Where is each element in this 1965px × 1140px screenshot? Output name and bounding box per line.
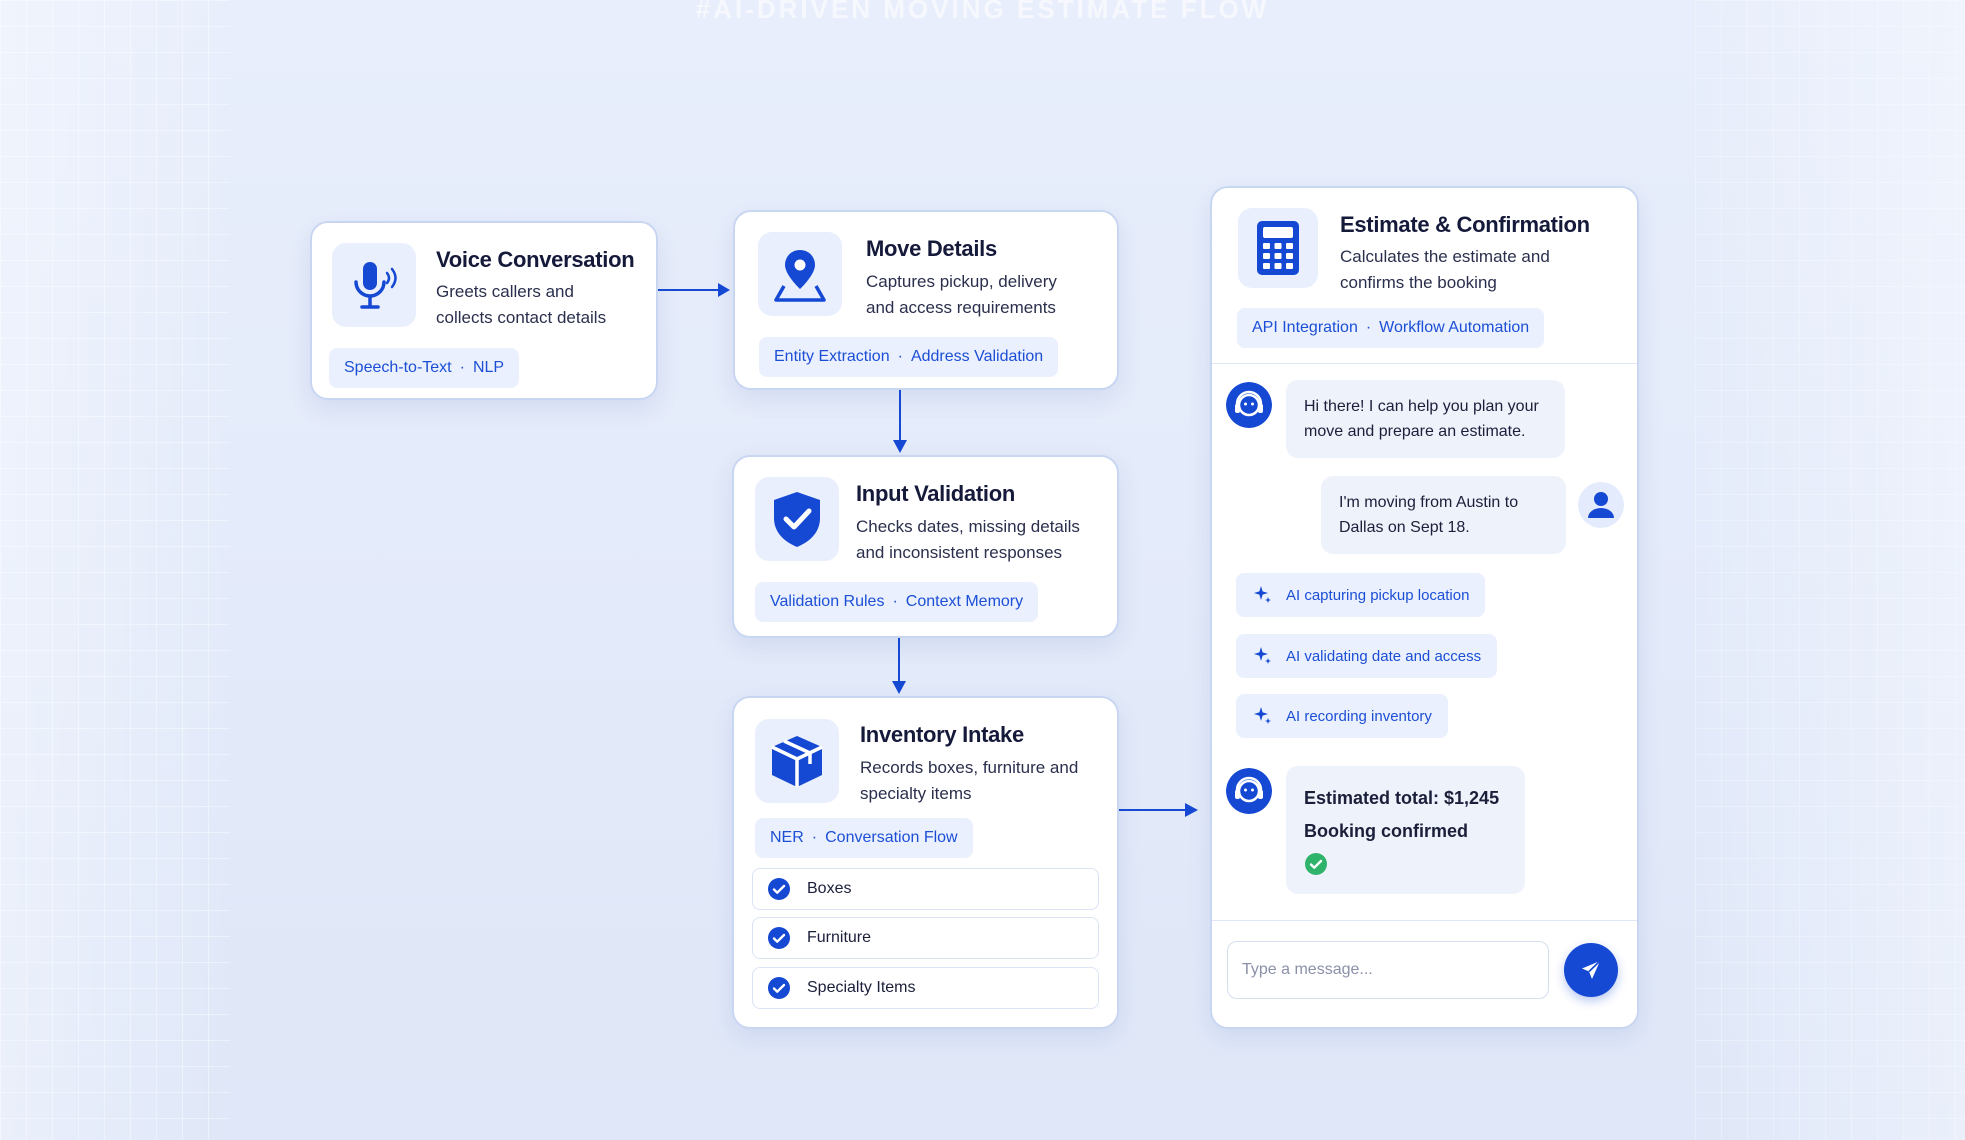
box-icon bbox=[755, 719, 839, 803]
card-title: Input Validation bbox=[856, 481, 1015, 506]
estimated-total: Estimated total: $1,245 bbox=[1304, 788, 1500, 808]
sparkle-icon bbox=[1254, 707, 1271, 724]
check-circle-icon bbox=[768, 927, 790, 949]
tag: Speech-to-Text bbox=[344, 359, 452, 376]
estimate-result-message: Estimated total: $1,245 Booking confirme… bbox=[1286, 766, 1525, 894]
tag: NER bbox=[770, 829, 804, 846]
agent-headset-avatar bbox=[1226, 768, 1272, 814]
background-grid-left bbox=[0, 0, 230, 1140]
card-description: Records boxes, furniture and specialty i… bbox=[860, 758, 1079, 803]
divider bbox=[1212, 363, 1637, 364]
location-pin-icon bbox=[758, 232, 842, 316]
agent-headset-avatar bbox=[1226, 382, 1272, 428]
input-validation-card: Input Validation Checks dates, missing d… bbox=[732, 455, 1119, 638]
sparkle-icon bbox=[1254, 586, 1271, 603]
tag-group: Validation Rules · Context Memory bbox=[755, 582, 1039, 622]
inventory-item-boxes[interactable]: Boxes bbox=[752, 868, 1099, 910]
user-avatar bbox=[1578, 482, 1624, 528]
check-circle-icon bbox=[768, 977, 790, 999]
inventory-item-label: Furniture bbox=[807, 929, 872, 946]
estimate-confirmation-panel: Estimate & Confirmation Calculates the e… bbox=[1210, 186, 1639, 1029]
tag-group: NER · Conversation Flow bbox=[755, 818, 973, 858]
card-title: Estimate & Confirmation bbox=[1340, 212, 1590, 237]
move-details-card: Move Details Captures pickup, delivery a… bbox=[733, 210, 1119, 390]
faded-page-title: #AI-DRIVEN MOVING ESTIMATE FLOW bbox=[695, 0, 1270, 24]
send-icon bbox=[1582, 960, 1601, 979]
card-title: Voice Conversation bbox=[436, 247, 635, 272]
tag: Workflow Automation bbox=[1379, 319, 1530, 336]
flow-arrow-voice-to-move bbox=[658, 283, 730, 297]
card-description: Checks dates, missing details and incons… bbox=[856, 517, 1080, 562]
inventory-item-label: Boxes bbox=[807, 880, 852, 897]
card-description: Calculates the estimate and confirms the… bbox=[1340, 247, 1550, 292]
success-check-icon bbox=[1305, 853, 1327, 875]
tag: Address Validation bbox=[910, 348, 1044, 365]
tag: NLP bbox=[472, 359, 505, 376]
tag: Context Memory bbox=[905, 593, 1024, 610]
card-title: Move Details bbox=[866, 236, 997, 261]
microphone-icon bbox=[332, 243, 416, 327]
message-input[interactable]: Type a message... bbox=[1227, 941, 1549, 999]
ai-status-pickup: AI capturing pickup location bbox=[1236, 573, 1486, 617]
voice-conversation-card: Voice Conversation Greets callers and co… bbox=[310, 221, 658, 400]
check-circle-icon bbox=[768, 878, 790, 900]
flow-arrow-move-to-validation bbox=[893, 390, 907, 453]
flow-arrow-validation-to-inventory bbox=[892, 638, 906, 694]
ai-status-inventory: AI recording inventory bbox=[1236, 694, 1448, 738]
tag: Validation Rules bbox=[770, 593, 885, 610]
tag-group: Entity Extraction · Address Validation bbox=[759, 337, 1059, 377]
flow-arrow-inventory-to-estimate bbox=[1119, 803, 1198, 817]
booking-status: Booking confirmed bbox=[1304, 821, 1469, 841]
tag: Conversation Flow bbox=[825, 829, 958, 846]
tag: API Integration bbox=[1252, 319, 1358, 336]
tag-group: Speech-to-Text · NLP bbox=[329, 348, 520, 388]
background-grid-right bbox=[1695, 0, 1965, 1140]
tag-group: API Integration · Workflow Automation bbox=[1237, 308, 1545, 348]
card-title: Inventory Intake bbox=[860, 722, 1024, 747]
card-description: Captures pickup, delivery and access req… bbox=[866, 272, 1057, 317]
tag: Entity Extraction bbox=[774, 348, 890, 365]
bot-message: Hi there! I can help you plan your move … bbox=[1286, 380, 1565, 458]
shield-check-icon bbox=[755, 477, 839, 561]
card-description: Greets callers and collects contact deta… bbox=[436, 282, 607, 327]
send-button[interactable] bbox=[1564, 943, 1618, 997]
calculator-icon bbox=[1238, 208, 1318, 288]
inventory-item-specialty[interactable]: Specialty Items bbox=[752, 967, 1099, 1009]
user-message: I'm moving from Austin to Dallas on Sept… bbox=[1321, 476, 1566, 554]
inventory-intake-card: Inventory Intake Records boxes, furnitur… bbox=[732, 696, 1119, 1029]
divider bbox=[1212, 920, 1637, 921]
inventory-item-label: Specialty Items bbox=[807, 979, 916, 996]
inventory-item-furniture[interactable]: Furniture bbox=[752, 917, 1099, 959]
ai-status-validating: AI validating date and access bbox=[1236, 634, 1498, 678]
sparkle-icon bbox=[1254, 647, 1271, 664]
